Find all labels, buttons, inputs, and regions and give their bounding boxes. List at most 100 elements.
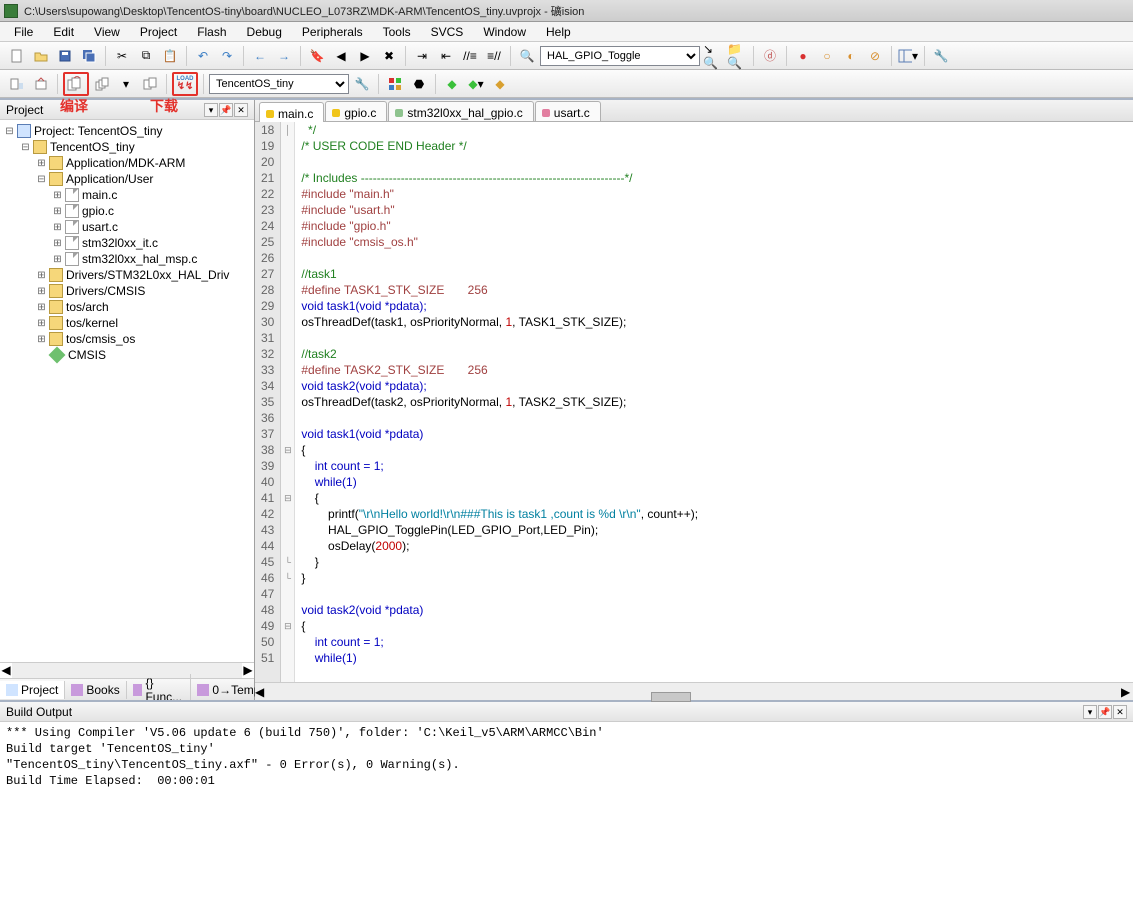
- paste-button[interactable]: 📋: [159, 45, 181, 67]
- output-close-button[interactable]: ✕: [1113, 705, 1127, 719]
- tree-node[interactable]: ⊞gpio.c: [2, 203, 252, 219]
- window-titlebar: C:\Users\supowang\Desktop\TencentOS-tiny…: [0, 0, 1133, 22]
- output-menu-button[interactable]: ▾: [1083, 705, 1097, 719]
- rebuild-button[interactable]: [63, 72, 89, 96]
- find-button[interactable]: 🔍: [516, 45, 538, 67]
- project-panel-title: Project: [6, 103, 43, 117]
- panel-menu-button[interactable]: ▾: [204, 103, 218, 117]
- tree-node[interactable]: ⊟Project: TencentOS_tiny: [2, 123, 252, 139]
- breakpoint-insert-button[interactable]: ●: [792, 45, 814, 67]
- file-extensions-button[interactable]: ⬣: [408, 73, 430, 95]
- batch-build-button[interactable]: [91, 73, 113, 95]
- tree-node[interactable]: ⊞main.c: [2, 187, 252, 203]
- manage-components-button[interactable]: [384, 73, 406, 95]
- tree-node[interactable]: ⊞usart.c: [2, 219, 252, 235]
- save-button[interactable]: [54, 45, 76, 67]
- menu-peripherals[interactable]: Peripherals: [292, 23, 373, 41]
- tree-node[interactable]: ⊞Application/MDK-ARM: [2, 155, 252, 171]
- target-combo[interactable]: TencentOS_tiny: [209, 74, 349, 94]
- tree-node[interactable]: ⊞tos/cmsis_os: [2, 331, 252, 347]
- menu-help[interactable]: Help: [536, 23, 581, 41]
- find-in-files-button[interactable]: 📁🔍: [726, 45, 748, 67]
- indent-button[interactable]: ⇥: [411, 45, 433, 67]
- tree-node[interactable]: ⊞tos/kernel: [2, 315, 252, 331]
- editor-area: main.cgpio.cstm32l0xx_hal_gpio.cusart.c …: [255, 100, 1133, 700]
- download-button[interactable]: LOAD↯↯: [172, 72, 198, 96]
- file-tab[interactable]: usart.c: [535, 101, 601, 121]
- output-pin-button[interactable]: 📌: [1098, 705, 1112, 719]
- debug-button[interactable]: ⓓ: [759, 45, 781, 67]
- tree-node[interactable]: ⊟TencentOS_tiny: [2, 139, 252, 155]
- menu-window[interactable]: Window: [473, 23, 536, 41]
- window-layout-button[interactable]: ▾: [897, 45, 919, 67]
- pack-installer-button[interactable]: ◆: [441, 73, 463, 95]
- menu-view[interactable]: View: [84, 23, 130, 41]
- open-file-button[interactable]: [30, 45, 52, 67]
- sidebar-tab[interactable]: Project: [0, 681, 65, 699]
- undo-button[interactable]: ↶: [192, 45, 214, 67]
- sidebar-tab[interactable]: Books: [65, 681, 126, 699]
- build-button[interactable]: [30, 73, 52, 95]
- build-output-panel: Build Output ▾ 📌 ✕ *** Using Compiler 'V…: [0, 700, 1133, 906]
- find-next-button[interactable]: ↘🔍: [702, 45, 724, 67]
- find-combo[interactable]: HAL_GPIO_Toggle: [540, 46, 700, 66]
- configure-button[interactable]: 🔧: [930, 45, 952, 67]
- menubar: FileEditViewProjectFlashDebugPeripherals…: [0, 22, 1133, 42]
- breakpoint-enable-button[interactable]: ◐: [840, 45, 862, 67]
- tree-node[interactable]: ⊞stm32l0xx_it.c: [2, 235, 252, 251]
- nav-back-button[interactable]: ←: [249, 45, 271, 67]
- outdent-button[interactable]: ⇤: [435, 45, 457, 67]
- panel-pin-button[interactable]: 📌: [219, 103, 233, 117]
- toolbar-build: ▾ LOAD↯↯ TencentOS_tiny 🔧 ⬣ ◆ ◆▾ ◆ 编译 下载: [0, 70, 1133, 98]
- bookmark-prev-button[interactable]: ◀: [330, 45, 352, 67]
- cut-button[interactable]: ✂: [111, 45, 133, 67]
- select-packs-button[interactable]: ◆▾: [465, 73, 487, 95]
- breakpoint-disable-button[interactable]: ○: [816, 45, 838, 67]
- project-panel: Project ▾ 📌 ✕ ⊟Project: TencentOS_tiny⊟T…: [0, 100, 255, 700]
- project-tree[interactable]: ⊟Project: TencentOS_tiny⊟TencentOS_tiny⊞…: [0, 120, 254, 662]
- tree-node[interactable]: ⊞tos/arch: [2, 299, 252, 315]
- sidebar-tabs: ProjectBooks{} Func...0→Temp...: [0, 678, 254, 700]
- menu-flash[interactable]: Flash: [187, 23, 236, 41]
- editor-hscrollbar[interactable]: ◀▶: [255, 682, 1133, 700]
- build-output-title: Build Output: [6, 705, 72, 719]
- save-all-button[interactable]: [78, 45, 100, 67]
- tree-node[interactable]: ⊟Application/User: [2, 171, 252, 187]
- menu-svcs[interactable]: SVCS: [421, 23, 474, 41]
- bookmark-next-button[interactable]: ▶: [354, 45, 376, 67]
- menu-tools[interactable]: Tools: [373, 23, 421, 41]
- copy-button[interactable]: ⧉: [135, 45, 157, 67]
- app-icon: [4, 4, 18, 18]
- bookmark-toggle-button[interactable]: 🔖: [306, 45, 328, 67]
- file-tabs: main.cgpio.cstm32l0xx_hal_gpio.cusart.c: [255, 100, 1133, 122]
- uncomment-button[interactable]: ≡//: [483, 45, 505, 67]
- stop-build-button[interactable]: ▾: [115, 73, 137, 95]
- file-tab[interactable]: stm32l0xx_hal_gpio.c: [388, 101, 533, 121]
- build-output-text[interactable]: *** Using Compiler 'V5.06 update 6 (buil…: [0, 722, 1133, 906]
- redo-button[interactable]: ↷: [216, 45, 238, 67]
- project-panel-header: Project ▾ 📌 ✕: [0, 100, 254, 120]
- tree-node[interactable]: CMSIS: [2, 347, 252, 363]
- code-editor[interactable]: 1819202122232425262728293031323334353637…: [255, 122, 1133, 682]
- window-title: C:\Users\supowang\Desktop\TencentOS-tiny…: [24, 3, 584, 19]
- translate-button[interactable]: [6, 73, 28, 95]
- file-tab[interactable]: gpio.c: [325, 101, 387, 121]
- file-tab[interactable]: main.c: [259, 102, 324, 122]
- rte-button[interactable]: ◆: [489, 73, 511, 95]
- tree-node[interactable]: ⊞Drivers/STM32L0xx_HAL_Driv: [2, 267, 252, 283]
- comment-button[interactable]: //≡: [459, 45, 481, 67]
- menu-debug[interactable]: Debug: [237, 23, 292, 41]
- panel-close-button[interactable]: ✕: [234, 103, 248, 117]
- menu-file[interactable]: File: [4, 23, 43, 41]
- bookmark-clear-button[interactable]: ✖: [378, 45, 400, 67]
- clean-button[interactable]: [139, 73, 161, 95]
- new-file-button[interactable]: [6, 45, 28, 67]
- annotation-compile: 编译: [60, 96, 88, 116]
- menu-edit[interactable]: Edit: [43, 23, 84, 41]
- nav-fwd-button[interactable]: →: [273, 45, 295, 67]
- target-options-button[interactable]: 🔧: [351, 73, 373, 95]
- tree-node[interactable]: ⊞stm32l0xx_hal_msp.c: [2, 251, 252, 267]
- tree-node[interactable]: ⊞Drivers/CMSIS: [2, 283, 252, 299]
- breakpoint-kill-button[interactable]: ⊘: [864, 45, 886, 67]
- menu-project[interactable]: Project: [130, 23, 187, 41]
